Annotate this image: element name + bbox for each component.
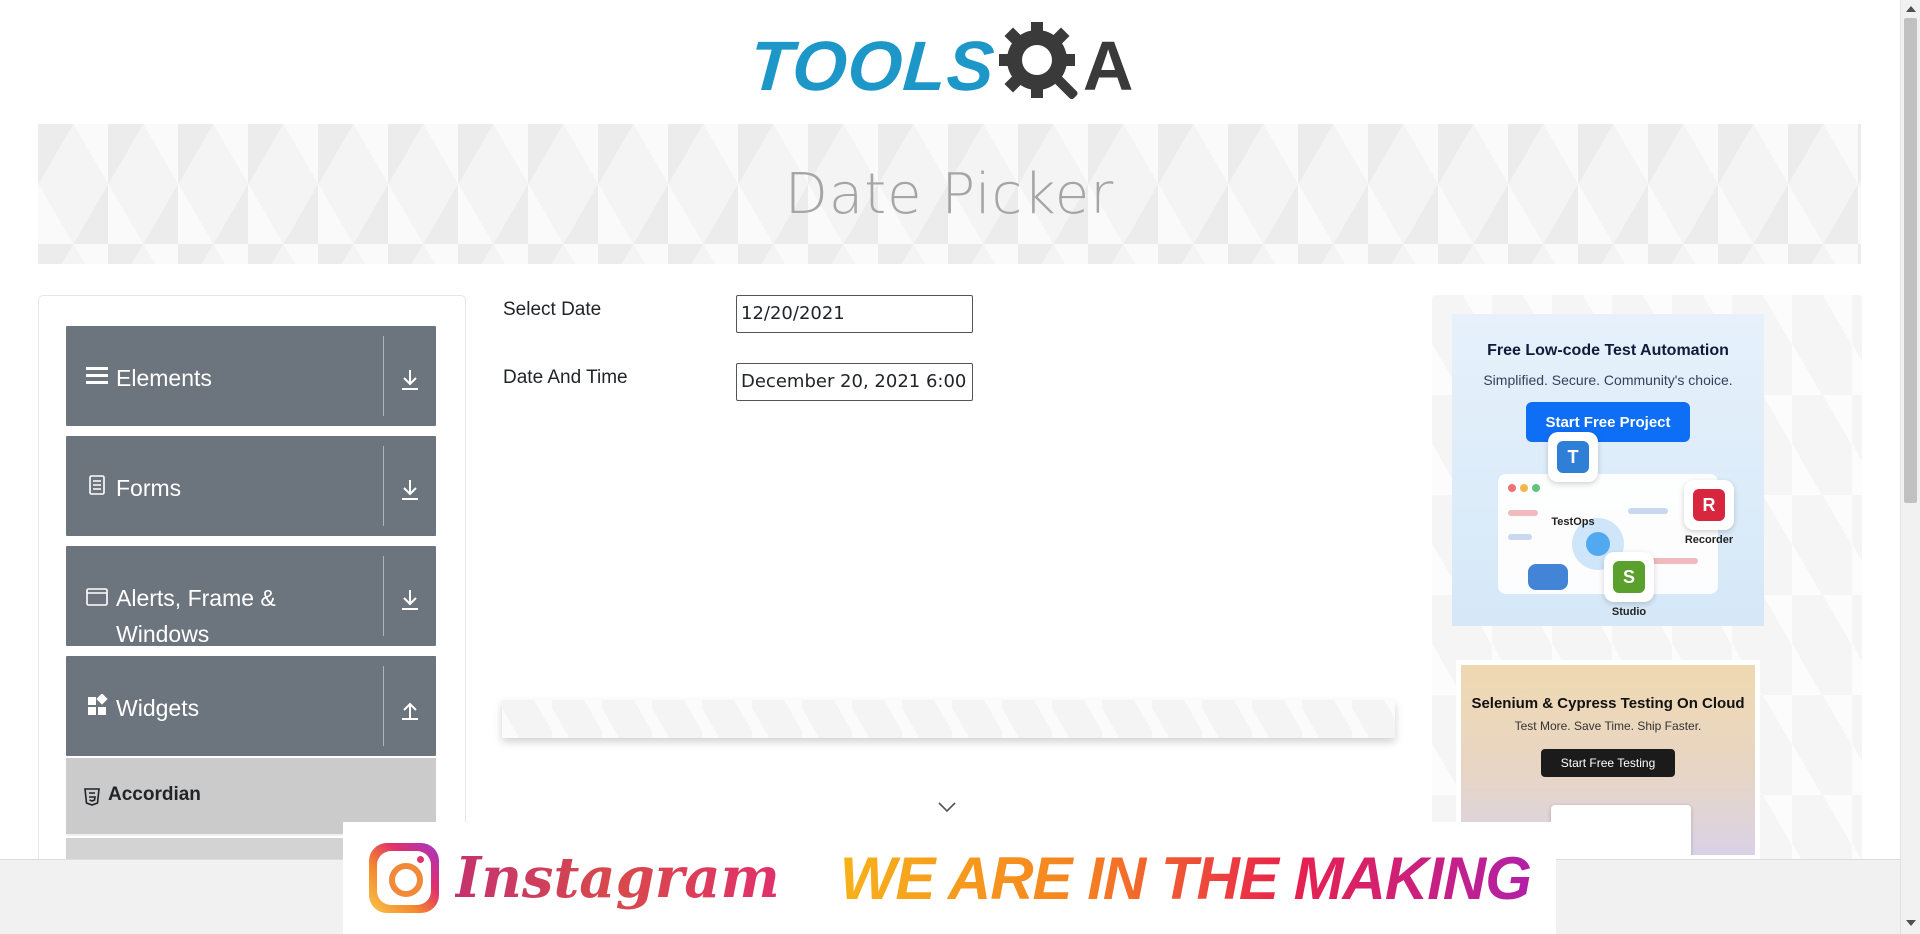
studio-chip: S [1604,552,1654,602]
scroll-down-arrow-icon[interactable] [1906,920,1916,926]
page: TOOLS A Date Picker Elements Forms Alert… [0,0,1920,934]
testops-chip: T [1548,432,1598,482]
studio-label: Studio [1611,606,1647,618]
page-title: Date Picker [784,161,1115,227]
sidebar-group-label: Elements [116,365,212,391]
widgets-icon [86,693,108,716]
collapse-up-icon[interactable] [396,696,424,724]
ad-slogan-text: WE ARE IN THE MAKING [839,844,1532,912]
divider [383,446,384,526]
ad-title: Selenium & Cypress Testing On Cloud [1471,695,1745,712]
scroll-up-arrow-icon[interactable] [1906,6,1916,12]
testops-label: TestOps [1551,516,1595,528]
logo-text-tools: TOOLS [747,27,998,105]
document-icon [86,474,108,496]
list-icon [86,364,108,386]
ad-low-code-automation[interactable]: Free Low-code Test Automation Simplified… [1452,314,1764,626]
logo-text-a: A [1082,27,1134,105]
sidebar-group-elements[interactable]: Elements [66,326,436,426]
expand-down-icon[interactable] [396,476,424,504]
select-date-input[interactable]: 12/20/2021 [736,295,973,333]
sidebar-group-forms[interactable]: Forms [66,436,436,536]
recorder-letter: R [1693,489,1725,521]
window-icon [86,586,108,608]
divider [383,666,384,746]
recorder-label: Recorder [1684,534,1734,546]
sidebar-group-label: Forms [116,475,182,501]
studio-letter: S [1613,561,1645,593]
ad-screenshot-mock [1551,805,1691,855]
date-and-time-label: Date And Time [503,367,628,388]
sidebar-item-label: Accordian [108,784,201,805]
testops-letter: T [1557,441,1589,473]
select-date-label: Select Date [503,299,602,320]
divider [383,556,384,636]
ad-subtitle: Simplified. Secure. Community's choice. [1483,372,1733,388]
bottom-banner-ad[interactable]: Instagram WE ARE IN THE MAKING [343,822,1556,934]
gear-magnifier-icon [997,20,1089,112]
expand-down-icon[interactable] [396,366,424,394]
sidebar-group-alerts-frame-windows[interactable]: Alerts, Frame & Windows [66,546,436,647]
sidebar-group-widgets[interactable]: Widgets [66,656,436,756]
content-ad-strip [502,700,1395,738]
sidebar-group-label: Widgets [116,695,200,721]
expand-down-icon[interactable] [396,586,424,614]
chevron-down-icon[interactable] [937,800,957,814]
start-free-testing-button[interactable]: Start Free Testing [1541,749,1675,777]
ad-subtitle: Test More. Save Time. Ship Faster. [1514,719,1702,733]
scrollbar-thumb[interactable] [1904,18,1917,503]
html5-icon [84,788,100,806]
instagram-logo-icon [369,843,439,913]
ad-title: Free Low-code Test Automation [1487,342,1729,359]
date-and-time-input[interactable]: December 20, 2021 6:00 AM [736,363,973,401]
vertical-scrollbar[interactable] [1900,0,1920,934]
divider [383,336,384,416]
toolsqa-logo[interactable]: TOOLS A [747,18,1156,114]
sidebar-group-label: Alerts, Frame & Windows [116,585,276,647]
recorder-chip: R [1684,480,1734,530]
page-banner: Date Picker [38,124,1861,264]
ad-brand-text: Instagram [455,845,780,911]
